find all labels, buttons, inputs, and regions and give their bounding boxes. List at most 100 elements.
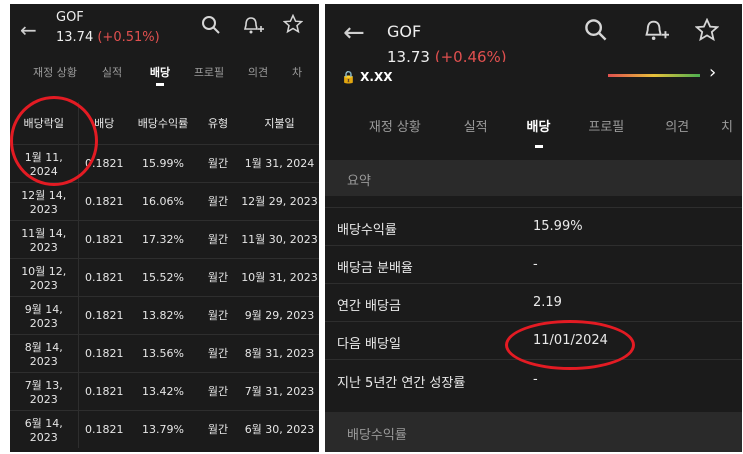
summary-label: 배당금 분배율 [337,261,413,276]
ticker-symbol: GOF [56,10,84,25]
ex-date-cell: 9월 14, 2023 [10,295,79,334]
price-change: (+0.46%) [434,48,507,62]
dividend-cell: 0.1821 [78,409,130,448]
pay-date-cell: 9월 29, 2023 [240,295,319,334]
search-icon[interactable] [584,18,608,46]
right-screenshot: ← GOF 13.73 (+0.46%) 🔒 X.XX › 재정 상황 실적 배… [325,4,742,452]
left-screenshot: ← GOF 13.74 (+0.51%) 재정 상황 실적 배당 프로필 의견 … [10,4,319,452]
app-header: ← GOF 13.73 (+0.46%) 🔒 X.XX › [325,4,742,90]
tab-dividends[interactable]: 배당 [507,116,571,148]
pay-date-cell: 12월 29, 2023 [240,181,319,220]
red-circle-annotation [10,96,98,186]
type-cell: 월간 [196,371,240,410]
back-arrow-icon[interactable]: ← [343,18,365,48]
price-line: 13.74 (+0.51%) [56,30,160,45]
yield-cell: 17.32% [130,219,196,258]
tab-earnings[interactable]: 실적 [88,64,136,90]
summary-label: 배당수익률 [337,223,397,238]
summary-value: - [533,257,538,272]
search-icon[interactable] [201,15,221,39]
lock-icon: 🔒 [341,70,356,84]
summary-label: 다음 배당일 [337,337,401,352]
ex-date-cell: 11월 14, 2023 [10,219,79,258]
yield-cell: 15.99% [130,143,196,182]
section-title: 배당수익률 [347,428,407,443]
dividend-cell: 0.1821 [78,219,130,258]
price: 13.74 [56,30,94,45]
yield-cell: 13.56% [130,333,196,372]
price: 13.73 [387,48,430,62]
tab-opinion[interactable]: 의견 [234,64,282,90]
tab-financials[interactable]: 재정 상황 [22,64,88,90]
dividend-cell: 0.1821 [78,333,130,372]
dividend-cell: 0.1821 [78,371,130,410]
tab-earnings[interactable]: 실적 [445,116,507,148]
table-row: 7월 13, 2023 0.1821 13.42% 월간 7월 31, 2023 [10,371,319,410]
type-cell: 월간 [196,409,240,448]
ex-date-cell: 8월 14, 2023 [10,333,79,372]
section-title: 요약 [347,174,371,189]
section-header-yield: 배당수익률 [325,412,742,452]
tab-profile[interactable]: 프로필 [184,64,234,90]
pay-date-cell: 11월 30, 2023 [240,219,319,258]
summary-row: 연간 배당금 2.19 [325,283,742,322]
dividend-cell: 0.1821 [78,257,130,296]
add-alert-bell-icon[interactable] [643,18,669,46]
table-row: 9월 14, 2023 0.1821 13.82% 월간 9월 29, 2023 [10,295,319,334]
section-header-summary: 요약 [325,160,742,196]
locked-value: X.XX [360,70,393,84]
pay-date-cell: 6월 30, 2023 [240,409,319,448]
chevron-right-icon[interactable]: › [709,62,716,83]
star-icon[interactable] [694,17,720,46]
table-row: 12월 14, 2023 0.1821 16.06% 월간 12월 29, 20… [10,181,319,220]
type-cell: 월간 [196,219,240,258]
pay-date-cell: 10월 31, 2023 [240,257,319,296]
tab-financials[interactable]: 재정 상황 [345,116,445,148]
column-header-yield[interactable]: 배당수익률 [130,102,196,144]
tab-profile[interactable]: 프로필 [570,116,642,148]
type-cell: 월간 [196,333,240,372]
pay-date-cell: 8월 31, 2023 [240,333,319,372]
summary-value: 15.99% [533,219,583,234]
table-row: 6월 14, 2023 0.1821 13.79% 월간 6월 30, 2023 [10,409,319,448]
yield-cell: 13.79% [130,409,196,448]
app-header: ← GOF 13.74 (+0.51%) [10,4,319,56]
tab-more[interactable]: 차 [282,64,312,90]
type-cell: 월간 [196,143,240,182]
summary-label: 지난 5년간 연간 성장률 [337,376,466,391]
tab-dividends[interactable]: 배당 [136,64,184,86]
table-row: 10월 12, 2023 0.1821 15.52% 월간 10월 31, 20… [10,257,319,296]
ticker-symbol: GOF [387,22,422,41]
column-header-type[interactable]: 유형 [196,102,240,144]
dividend-cell: 0.1821 [78,295,130,334]
yield-cell: 13.42% [130,371,196,410]
tab-bar: 재정 상황 실적 배당 프로필 의견 치 [325,116,742,148]
tab-more[interactable]: 치 [712,116,742,148]
back-arrow-icon[interactable]: ← [20,18,37,42]
summary-label: 연간 배당금 [337,299,401,314]
star-icon[interactable] [282,13,304,38]
type-cell: 월간 [196,295,240,334]
sentiment-gauge-bar [608,74,700,77]
yield-cell: 15.52% [130,257,196,296]
tab-opinion[interactable]: 의견 [642,116,712,148]
summary-row: 배당금 분배율 - [325,245,742,284]
locked-value-row: 🔒 X.XX [341,70,392,84]
summary-value: 2.19 [533,295,562,310]
summary-value: - [533,372,538,387]
table-row: 11월 14, 2023 0.1821 17.32% 월간 11월 30, 20… [10,219,319,258]
summary-row: 배당수익률 15.99% [325,207,742,246]
ex-date-cell: 12월 14, 2023 [10,181,79,220]
pay-date-cell: 1월 31, 2024 [240,143,319,182]
pay-date-cell: 7월 31, 2023 [240,371,319,410]
yield-cell: 13.82% [130,295,196,334]
ex-date-cell: 7월 13, 2023 [10,371,79,410]
column-header-pay-date[interactable]: 지불일 [240,102,319,144]
yield-cell: 16.06% [130,181,196,220]
table-row: 8월 14, 2023 0.1821 13.56% 월간 8월 31, 2023 [10,333,319,372]
add-alert-bell-icon[interactable] [242,15,264,39]
price-line: 13.73 (+0.46%) [387,48,507,62]
type-cell: 월간 [196,181,240,220]
ex-date-cell: 6월 14, 2023 [10,409,79,448]
type-cell: 월간 [196,257,240,296]
